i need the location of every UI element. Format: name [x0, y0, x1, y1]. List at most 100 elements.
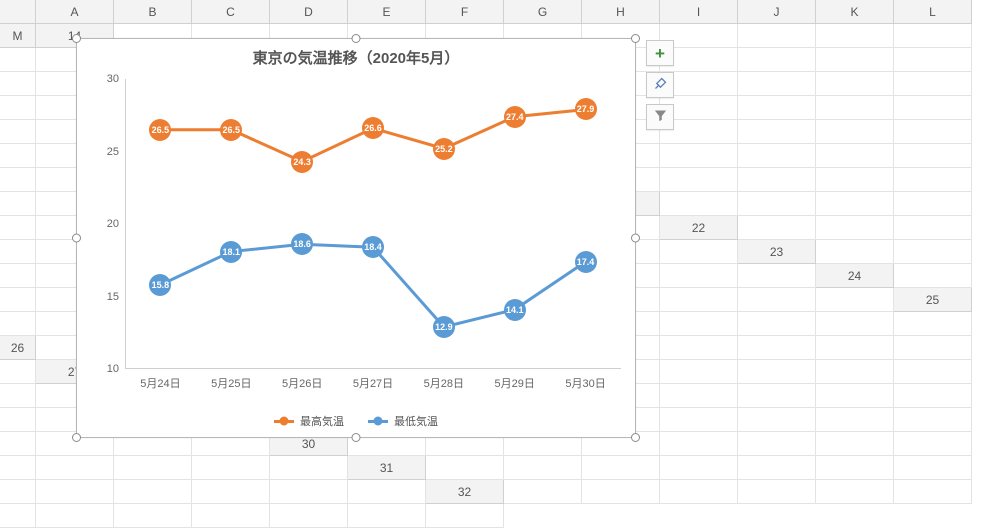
cell[interactable] — [582, 456, 660, 480]
cell[interactable] — [738, 120, 816, 144]
cell[interactable] — [816, 144, 894, 168]
data-marker[interactable]: 14.1 — [504, 299, 526, 321]
cell[interactable] — [660, 264, 738, 288]
cell[interactable] — [816, 432, 894, 456]
column-header[interactable]: L — [894, 0, 972, 24]
column-header[interactable]: K — [816, 0, 894, 24]
cell[interactable] — [738, 192, 816, 216]
cell[interactable] — [36, 504, 114, 528]
cell[interactable] — [738, 168, 816, 192]
cell[interactable] — [660, 336, 738, 360]
cell[interactable] — [894, 360, 972, 384]
data-marker[interactable]: 18.1 — [220, 241, 242, 263]
row-header[interactable]: 32 — [426, 480, 504, 504]
cell[interactable] — [660, 360, 738, 384]
resize-handle[interactable] — [352, 433, 361, 442]
cell[interactable] — [816, 120, 894, 144]
cell[interactable] — [816, 288, 894, 312]
cell[interactable] — [0, 240, 36, 264]
legend-item[interactable]: 最高気温 — [274, 413, 344, 429]
cell[interactable] — [738, 456, 816, 480]
cell[interactable] — [426, 504, 504, 528]
cell[interactable] — [192, 456, 270, 480]
cell[interactable] — [660, 432, 738, 456]
column-header[interactable]: B — [114, 0, 192, 24]
chart-legend[interactable]: 最高気温 最低気温 — [77, 413, 635, 429]
cell[interactable] — [894, 72, 972, 96]
column-header[interactable]: M — [0, 24, 36, 48]
resize-handle[interactable] — [352, 34, 361, 43]
cell[interactable] — [348, 504, 426, 528]
row-header[interactable]: 31 — [348, 456, 426, 480]
column-header[interactable]: I — [660, 0, 738, 24]
sheet-corner[interactable] — [0, 0, 36, 24]
cell[interactable] — [348, 480, 426, 504]
cell[interactable] — [738, 408, 816, 432]
data-marker[interactable]: 17.4 — [575, 251, 597, 273]
data-marker[interactable]: 24.3 — [291, 151, 313, 173]
cell[interactable] — [894, 96, 972, 120]
cell[interactable] — [114, 480, 192, 504]
cell[interactable] — [504, 456, 582, 480]
resize-handle[interactable] — [631, 34, 640, 43]
cell[interactable] — [660, 288, 738, 312]
cell[interactable] — [192, 480, 270, 504]
cell[interactable] — [0, 288, 36, 312]
row-header[interactable]: 26 — [0, 336, 36, 360]
column-header[interactable]: A — [36, 0, 114, 24]
cell[interactable] — [660, 384, 738, 408]
cell[interactable] — [816, 408, 894, 432]
cell[interactable] — [36, 456, 114, 480]
row-header[interactable]: 23 — [738, 240, 816, 264]
cell[interactable] — [0, 192, 36, 216]
cell[interactable] — [738, 360, 816, 384]
cell[interactable] — [738, 144, 816, 168]
cell[interactable] — [0, 48, 36, 72]
chart-plot-area[interactable]: 10152025305月24日5月25日5月26日5月27日5月28日5月29日… — [125, 79, 621, 369]
cell[interactable] — [738, 96, 816, 120]
cell[interactable] — [0, 312, 36, 336]
cell[interactable] — [738, 480, 816, 504]
cell[interactable] — [660, 408, 738, 432]
data-marker[interactable]: 25.2 — [433, 138, 455, 160]
cell[interactable] — [660, 168, 738, 192]
cell[interactable] — [894, 480, 972, 504]
cell[interactable] — [894, 240, 972, 264]
cell[interactable] — [504, 480, 582, 504]
cell[interactable] — [816, 360, 894, 384]
chart-filter-button[interactable] — [646, 104, 674, 130]
resize-handle[interactable] — [72, 433, 81, 442]
row-header[interactable]: 22 — [660, 216, 738, 240]
cell[interactable] — [0, 168, 36, 192]
resize-handle[interactable] — [72, 34, 81, 43]
resize-handle[interactable] — [72, 234, 81, 243]
cell[interactable] — [0, 264, 36, 288]
chart-elements-button[interactable]: + — [646, 40, 674, 66]
cell[interactable] — [894, 264, 972, 288]
cell[interactable] — [894, 408, 972, 432]
cell[interactable] — [816, 384, 894, 408]
cell[interactable] — [816, 48, 894, 72]
cell[interactable] — [0, 456, 36, 480]
cell[interactable] — [0, 216, 36, 240]
cell[interactable] — [270, 456, 348, 480]
chart-styles-button[interactable] — [646, 72, 674, 98]
cell[interactable] — [270, 504, 348, 528]
cell[interactable] — [738, 264, 816, 288]
cell[interactable] — [816, 168, 894, 192]
cell[interactable] — [894, 192, 972, 216]
data-marker[interactable]: 26.5 — [149, 119, 171, 141]
cell[interactable] — [894, 120, 972, 144]
chart-object[interactable]: 東京の気温推移（2020年5月） 10152025305月24日5月25日5月2… — [76, 38, 636, 438]
cell[interactable] — [816, 336, 894, 360]
cell[interactable] — [0, 96, 36, 120]
cell[interactable] — [0, 360, 36, 384]
cell[interactable] — [894, 48, 972, 72]
cell[interactable] — [894, 336, 972, 360]
cell[interactable] — [0, 432, 36, 456]
data-marker[interactable]: 26.5 — [220, 119, 242, 141]
row-header[interactable]: 24 — [816, 264, 894, 288]
legend-item[interactable]: 最低気温 — [368, 413, 438, 429]
cell[interactable] — [816, 456, 894, 480]
cell[interactable] — [816, 240, 894, 264]
